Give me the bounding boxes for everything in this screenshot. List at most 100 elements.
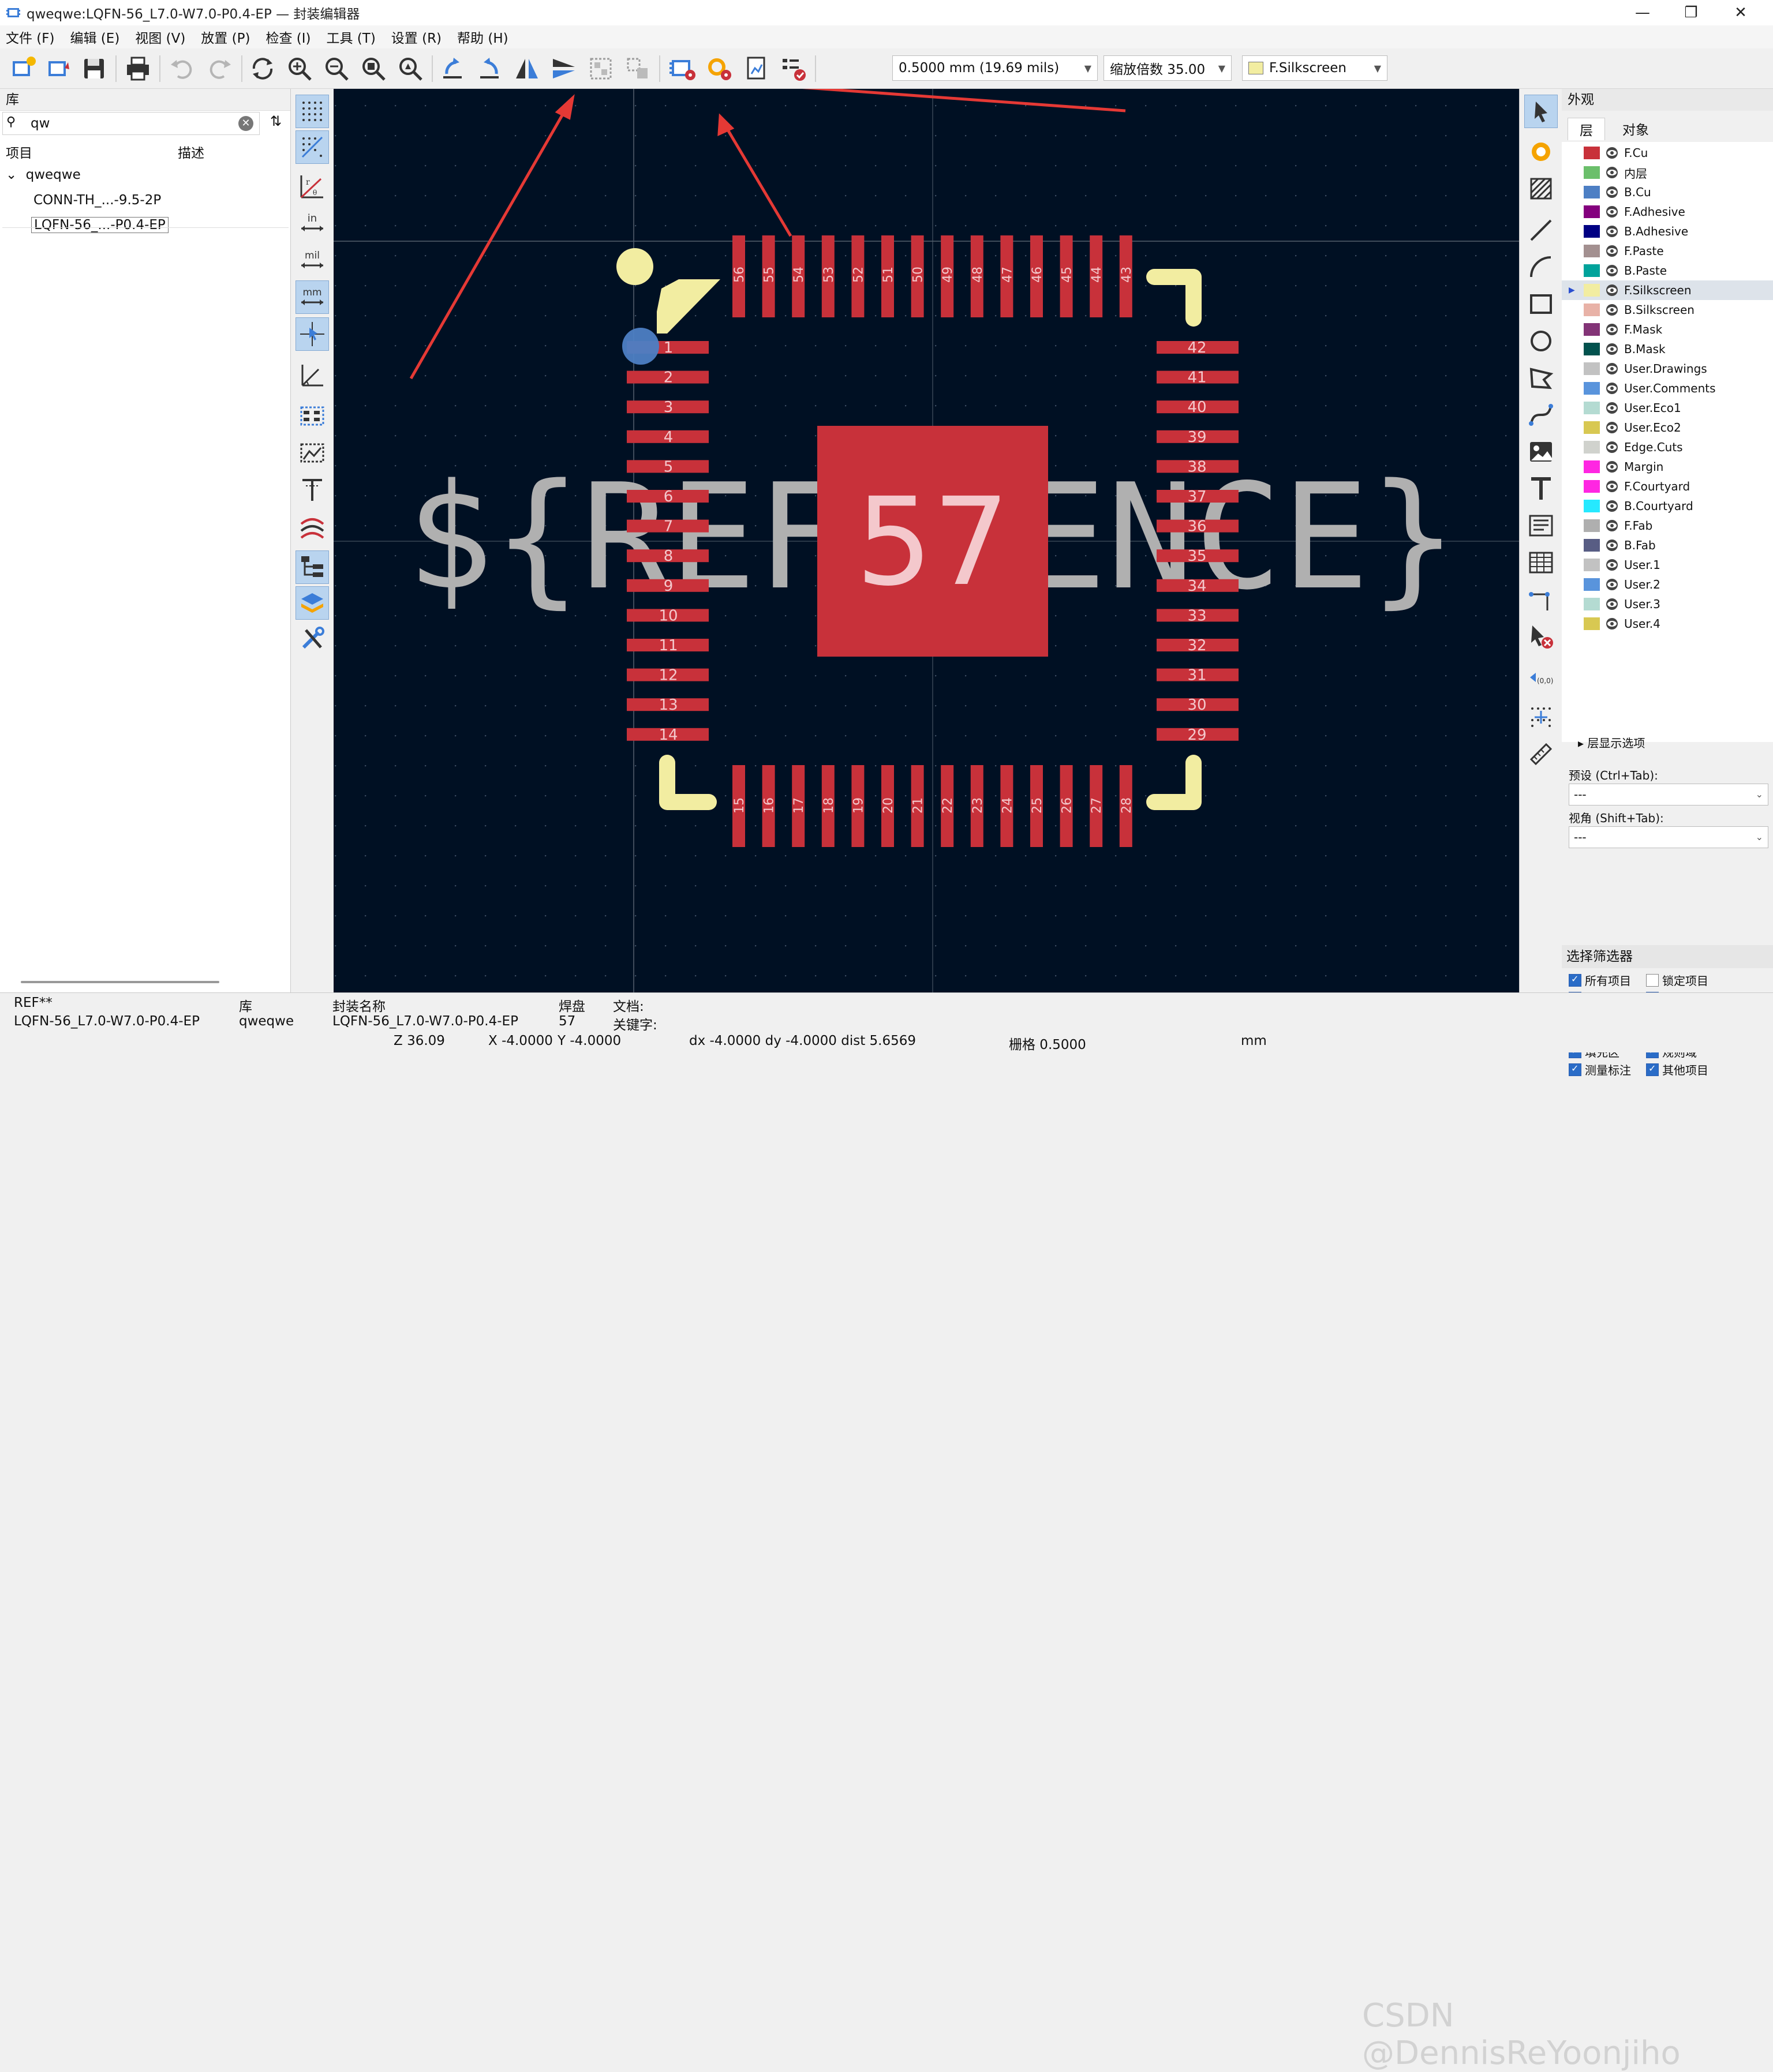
layer-row[interactable]: B.Courtyard [1562, 496, 1773, 516]
active-layer-select[interactable]: F.Silkscreen ▼ [1242, 55, 1387, 81]
zoom-select[interactable]: 缩放倍数 35.00 ▼ [1104, 55, 1232, 81]
add-image-button[interactable] [1524, 435, 1558, 469]
eye-icon[interactable] [1604, 402, 1619, 414]
list-item[interactable]: CONN-TH_...-9.5-2P [33, 193, 161, 208]
menu-place[interactable]: 放置 (P) [201, 27, 250, 47]
mirror-horizontal-button[interactable] [510, 52, 544, 85]
layer-color-swatch[interactable] [1584, 578, 1600, 591]
layer-row[interactable]: B.Cu [1562, 182, 1773, 202]
grid-origin-button[interactable] [1524, 700, 1558, 734]
select-tool-button[interactable] [1524, 95, 1558, 128]
draw-circle-button[interactable] [1524, 324, 1558, 358]
layer-row[interactable]: User.Eco2 [1562, 418, 1773, 437]
draw-arc-button[interactable] [1524, 250, 1558, 284]
layer-color-swatch[interactable] [1584, 421, 1600, 434]
layer-row[interactable]: User.3 [1562, 594, 1773, 614]
library-search-input[interactable]: ⚲ qw ✕ [2, 112, 260, 135]
column-header-description[interactable]: 描述 [178, 142, 204, 162]
checkbox-icon[interactable] [1569, 1063, 1581, 1076]
print-button[interactable] [121, 52, 155, 85]
close-button[interactable]: ✕ [1714, 0, 1767, 25]
show-footprint-tree-button[interactable] [296, 550, 329, 584]
eye-icon[interactable] [1604, 245, 1619, 257]
eye-icon[interactable] [1604, 500, 1619, 512]
eye-icon[interactable] [1604, 304, 1619, 316]
checkbox-icon[interactable] [1646, 973, 1659, 987]
layer-row[interactable]: 内层 [1562, 163, 1773, 182]
eye-icon[interactable] [1604, 225, 1619, 238]
eye-icon[interactable] [1604, 362, 1619, 375]
layer-row[interactable]: ▶ F.Silkscreen [1562, 280, 1773, 300]
menu-inspect[interactable]: 检查 (I) [265, 27, 311, 47]
horizontal-scrollbar[interactable] [21, 981, 219, 983]
tab-objects[interactable]: 对象 [1611, 118, 1660, 140]
layer-color-swatch[interactable] [1584, 362, 1600, 375]
footprint-checker-button[interactable] [740, 52, 773, 85]
graphic-outline-mode-button[interactable] [296, 436, 329, 470]
tab-layers[interactable]: 层 [1568, 118, 1605, 140]
text-outline-mode-button[interactable] [296, 473, 329, 507]
menu-help[interactable]: 帮助 (H) [457, 27, 508, 47]
menu-edit[interactable]: 编辑 (E) [70, 27, 120, 47]
units-mils-button[interactable]: mil [296, 243, 329, 277]
layer-color-swatch[interactable] [1584, 186, 1600, 198]
add-dimension-button[interactable] [1524, 583, 1558, 616]
layer-row[interactable]: User.2 [1562, 575, 1773, 594]
layer-color-swatch[interactable] [1584, 402, 1600, 414]
layer-color-swatch[interactable] [1584, 617, 1600, 630]
add-textbox-button[interactable] [1524, 509, 1558, 542]
mirror-vertical-button[interactable] [547, 52, 581, 85]
eye-icon[interactable] [1604, 284, 1619, 297]
eye-icon[interactable] [1604, 382, 1619, 395]
footprint-properties-button[interactable] [666, 52, 700, 85]
eye-icon[interactable] [1604, 205, 1619, 218]
draw-bezier-button[interactable] [1524, 398, 1558, 432]
layer-color-swatch[interactable] [1584, 225, 1600, 238]
layer-row[interactable]: Edge.Cuts [1562, 437, 1773, 457]
eye-icon[interactable] [1604, 343, 1619, 355]
checkbox-icon[interactable] [1569, 973, 1581, 987]
layer-row[interactable]: User.4 [1562, 614, 1773, 634]
layer-row[interactable]: B.Paste [1562, 261, 1773, 280]
eye-icon[interactable] [1604, 519, 1619, 532]
layer-row[interactable]: F.Cu [1562, 143, 1773, 163]
layer-color-swatch[interactable] [1584, 264, 1600, 277]
layer-color-swatch[interactable] [1584, 539, 1600, 552]
new-footprint-button[interactable] [6, 52, 39, 85]
layer-row[interactable]: F.Fab [1562, 516, 1773, 535]
selection-filter-checkbox[interactable]: 测量标注 [1569, 1061, 1631, 1078]
checkbox-icon[interactable] [1646, 1063, 1659, 1076]
measure-tool-button[interactable] [1524, 737, 1558, 771]
delete-tool-button[interactable] [1524, 620, 1558, 653]
clear-search-icon[interactable]: ✕ [238, 116, 253, 131]
layer-row[interactable]: User.Eco1 [1562, 398, 1773, 418]
layer-display-options-toggle[interactable]: ▸ 层显示选项 [1578, 734, 1645, 751]
layer-color-swatch[interactable] [1584, 343, 1600, 355]
ungroup-button[interactable] [621, 52, 654, 85]
group-button[interactable] [584, 52, 618, 85]
eye-icon[interactable] [1604, 421, 1619, 434]
menu-tools[interactable]: 工具 (T) [326, 27, 375, 47]
selection-filter-checkbox[interactable]: 其他项目 [1646, 1061, 1708, 1078]
eye-icon[interactable] [1604, 617, 1619, 630]
minimize-button[interactable]: — [1616, 0, 1669, 25]
footprint-drawing[interactable]: ${REFERENCE} 565554535251504948474645444… [334, 89, 1519, 992]
layer-color-swatch[interactable] [1584, 598, 1600, 610]
rotate-cw-button[interactable] [473, 52, 507, 85]
layer-color-swatch[interactable] [1584, 245, 1600, 257]
pad-properties-button[interactable] [703, 52, 736, 85]
layer-row[interactable]: User.Drawings [1562, 359, 1773, 379]
list-item-selected[interactable]: LQFN-56_...-P0.4-EP [31, 217, 169, 233]
layer-color-swatch[interactable] [1584, 559, 1600, 571]
layer-color-swatch[interactable] [1584, 519, 1600, 532]
layer-row[interactable]: User.Comments [1562, 379, 1773, 398]
layer-color-swatch[interactable] [1584, 166, 1600, 179]
menu-file[interactable]: 文件 (F) [6, 27, 55, 47]
high-contrast-button[interactable] [296, 510, 329, 544]
layer-row[interactable]: Margin [1562, 457, 1773, 477]
layer-color-swatch[interactable] [1584, 480, 1600, 493]
eye-icon[interactable] [1604, 598, 1619, 610]
units-mm-button[interactable]: mm [296, 280, 329, 314]
zoom-to-objects-button[interactable] [394, 52, 427, 85]
layer-color-swatch[interactable] [1584, 460, 1600, 473]
